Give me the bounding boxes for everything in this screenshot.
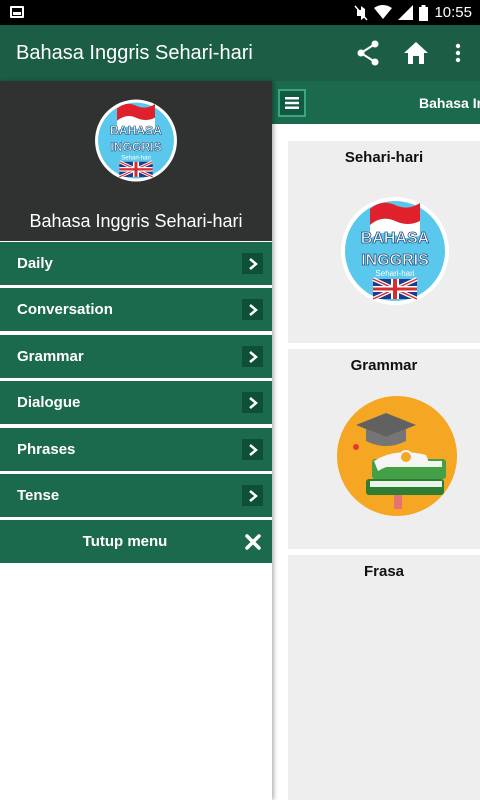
logo-text-2: INGGRIS <box>110 140 161 154</box>
close-icon <box>242 531 263 552</box>
card-title: Sehari-hari <box>344 149 424 166</box>
card-grammar[interactable]: Grammar <box>288 349 480 549</box>
menu-item-label: Grammar <box>17 348 84 365</box>
menu-toggle-button[interactable] <box>278 89 306 117</box>
logo-text-2: INGGRIS <box>361 252 429 269</box>
chevron-right-icon <box>242 346 263 367</box>
content-header: Bahasa Inggris Sehari-hari <box>272 81 480 124</box>
menu-item-label: Phrases <box>17 441 76 458</box>
chevron-right-icon <box>242 439 263 460</box>
wifi-icon <box>374 5 393 19</box>
menu-item-label: Tense <box>17 487 60 504</box>
chevron-right-icon <box>242 253 263 274</box>
hamburger-icon <box>285 97 299 109</box>
logo-text-1: BAHASA <box>110 123 162 137</box>
menu-item-daily[interactable]: Daily <box>0 242 272 285</box>
drawer-title: Bahasa Inggris Sehari-hari <box>29 211 243 231</box>
menu-item-label: Conversation <box>17 301 113 318</box>
status-time: 10:55 <box>434 4 472 21</box>
share-button[interactable] <box>352 37 384 69</box>
battery-icon <box>419 4 429 21</box>
content-header-title: Bahasa Inggris Sehari-hari <box>419 95 480 111</box>
close-menu-label: Tutup menu <box>82 533 168 550</box>
chevron-right-icon <box>242 485 263 506</box>
grammar-icon <box>337 396 457 516</box>
menu-item-label: Daily <box>17 255 53 272</box>
card-sehari-hari[interactable]: Sehari-hari BAHASA INGGRIS Sehari-hari <box>288 141 480 343</box>
chevron-right-icon <box>242 392 263 413</box>
logo-text-3: Sehari-hari <box>121 155 151 161</box>
logo-text-3: Sehari-hari <box>375 269 414 278</box>
chevron-right-icon <box>242 299 263 320</box>
menu-item-grammar[interactable]: Grammar <box>0 335 272 378</box>
card-frasa[interactable]: Frasa <box>288 555 480 800</box>
menu-item-conversation[interactable]: Conversation <box>0 288 272 331</box>
menu-item-label: Dialogue <box>17 394 81 411</box>
signal-icon <box>398 5 414 20</box>
overflow-menu-button[interactable] <box>442 37 474 69</box>
menu-item-phrases[interactable]: Phrases <box>0 428 272 471</box>
menu-item-tense[interactable]: Tense <box>0 474 272 517</box>
status-bar: 10:55 <box>0 0 480 25</box>
main-content: Bahasa Inggris Sehari-hari Sehari-hari B… <box>272 81 480 800</box>
overflow-menu-icon <box>455 43 461 63</box>
card-title: Grammar <box>350 357 418 374</box>
card-title: Frasa <box>363 563 405 580</box>
mute-icon <box>354 5 369 20</box>
close-menu-button[interactable]: Tutup menu <box>0 520 272 563</box>
app-bar: Bahasa Inggris Sehari-hari <box>0 25 480 81</box>
app-title: Bahasa Inggris Sehari-hari <box>16 42 253 64</box>
logo-text-1: BAHASA <box>361 230 430 247</box>
drawer-header: BAHASA INGGRIS Sehari-hari Bahasa Inggri… <box>0 81 272 241</box>
menu-item-dialogue[interactable]: Dialogue <box>0 381 272 424</box>
app-logo-icon: BAHASA INGGRIS Sehari-hari <box>341 197 449 305</box>
navigation-drawer: BAHASA INGGRIS Sehari-hari Bahasa Inggri… <box>0 81 272 800</box>
drawer-logo-icon: BAHASA INGGRIS Sehari-hari <box>95 99 177 182</box>
status-icons: 10:55 <box>354 0 472 25</box>
notification-icon <box>10 6 24 18</box>
share-icon <box>357 40 379 66</box>
home-icon <box>404 42 428 64</box>
home-button[interactable] <box>400 37 432 69</box>
